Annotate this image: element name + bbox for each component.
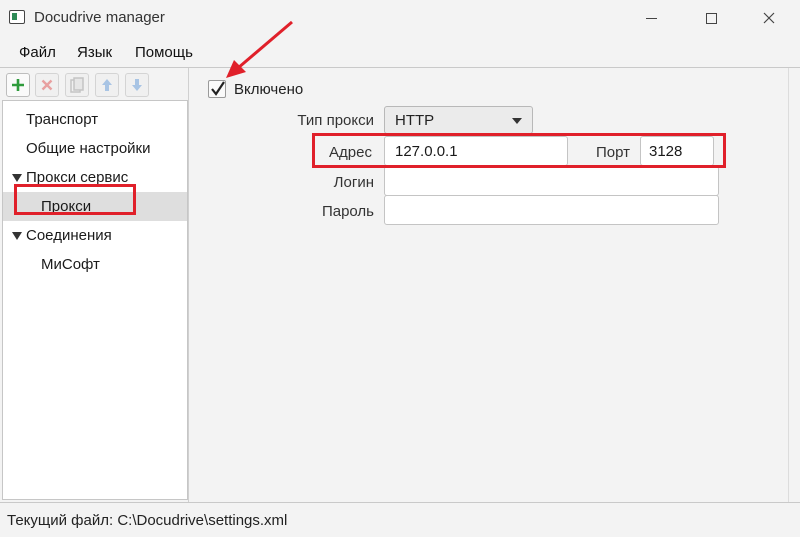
minimize-button[interactable] bbox=[628, 0, 674, 36]
add-button[interactable] bbox=[6, 73, 30, 97]
password-label: Пароль bbox=[321, 203, 374, 220]
delete-x-icon bbox=[41, 79, 53, 91]
tree-item-label: Соединения bbox=[26, 227, 112, 244]
arrow-down-icon bbox=[132, 79, 142, 91]
expand-triangle-icon[interactable] bbox=[12, 174, 22, 182]
tree-item-proxy-service[interactable]: Прокси сервис bbox=[3, 163, 187, 192]
settings-tree: Транспорт Общие настройки Прокси сервис … bbox=[2, 100, 188, 500]
tree-item-label: Прокси сервис bbox=[26, 169, 129, 186]
maximize-icon bbox=[705, 12, 717, 24]
chevron-down-icon bbox=[512, 118, 522, 124]
menu-language[interactable]: Язык bbox=[77, 44, 112, 61]
copy-icon bbox=[70, 77, 84, 93]
enabled-checkbox[interactable] bbox=[208, 80, 226, 98]
tree-toolbar bbox=[4, 70, 188, 100]
current-file-path: C:\Docudrive\settings.xml bbox=[117, 512, 288, 529]
tree-item-label: Транспорт bbox=[26, 111, 99, 128]
expand-triangle-icon[interactable] bbox=[12, 232, 22, 240]
proxy-type-value: HTTP bbox=[395, 112, 435, 129]
app-window: Docudrive manager Файл Язык Помощь Транс… bbox=[0, 0, 800, 537]
delete-button[interactable] bbox=[35, 73, 59, 97]
move-down-button[interactable] bbox=[125, 73, 149, 97]
vertical-scrollbar[interactable] bbox=[788, 68, 800, 502]
close-button[interactable] bbox=[746, 0, 792, 36]
arrow-up-icon bbox=[102, 79, 112, 91]
proxy-type-select[interactable]: HTTP bbox=[384, 106, 533, 134]
panel-splitter[interactable] bbox=[188, 68, 196, 502]
status-bar: Текущий файл: C:\Docudrive\settings.xml bbox=[0, 502, 800, 537]
move-up-button[interactable] bbox=[95, 73, 119, 97]
tree-item-label: Прокси bbox=[41, 198, 92, 215]
status-text: Текущий файл: C:\Docudrive\settings.xml bbox=[7, 512, 287, 529]
port-value: 3128 bbox=[649, 143, 683, 160]
tree-item-proxy[interactable]: Прокси bbox=[3, 192, 187, 221]
tree-item-transport[interactable]: Транспорт bbox=[3, 105, 187, 134]
tree-item-connections[interactable]: Соединения bbox=[3, 221, 187, 250]
password-input[interactable] bbox=[384, 195, 719, 225]
address-label: Адрес bbox=[329, 144, 372, 161]
proxy-settings-panel: Включено Тип прокси HTTP Адрес 127.0.0.1… bbox=[196, 68, 788, 502]
minimize-icon bbox=[645, 17, 657, 19]
menu-file[interactable]: Файл bbox=[19, 44, 56, 61]
address-value: 127.0.0.1 bbox=[395, 143, 458, 160]
title-bar: Docudrive manager bbox=[0, 0, 800, 36]
left-panel: Транспорт Общие настройки Прокси сервис … bbox=[0, 68, 196, 502]
login-label: Логин bbox=[333, 174, 374, 191]
app-icon bbox=[9, 10, 25, 24]
tree-item-label: Общие настройки bbox=[26, 140, 151, 157]
plus-icon bbox=[12, 79, 24, 91]
window-title: Docudrive manager bbox=[34, 9, 165, 26]
tree-item-general-settings[interactable]: Общие настройки bbox=[3, 134, 187, 163]
tree-item-label: МиСофт bbox=[41, 256, 100, 273]
status-label: Текущий файл: bbox=[7, 512, 114, 529]
menu-help[interactable]: Помощь bbox=[135, 44, 193, 61]
login-input[interactable] bbox=[384, 166, 719, 196]
address-input[interactable]: 127.0.0.1 bbox=[384, 136, 568, 166]
menu-bar: Файл Язык Помощь bbox=[0, 36, 800, 68]
maximize-button[interactable] bbox=[688, 0, 734, 36]
copy-button[interactable] bbox=[65, 73, 89, 97]
port-label: Порт bbox=[595, 144, 630, 161]
port-input[interactable]: 3128 bbox=[640, 136, 714, 166]
checkmark-icon bbox=[211, 81, 225, 96]
close-icon bbox=[763, 12, 775, 24]
enabled-label: Включено bbox=[234, 81, 304, 98]
proxy-type-label: Тип прокси bbox=[297, 112, 374, 129]
tree-item-misoft[interactable]: МиСофт bbox=[3, 250, 187, 279]
